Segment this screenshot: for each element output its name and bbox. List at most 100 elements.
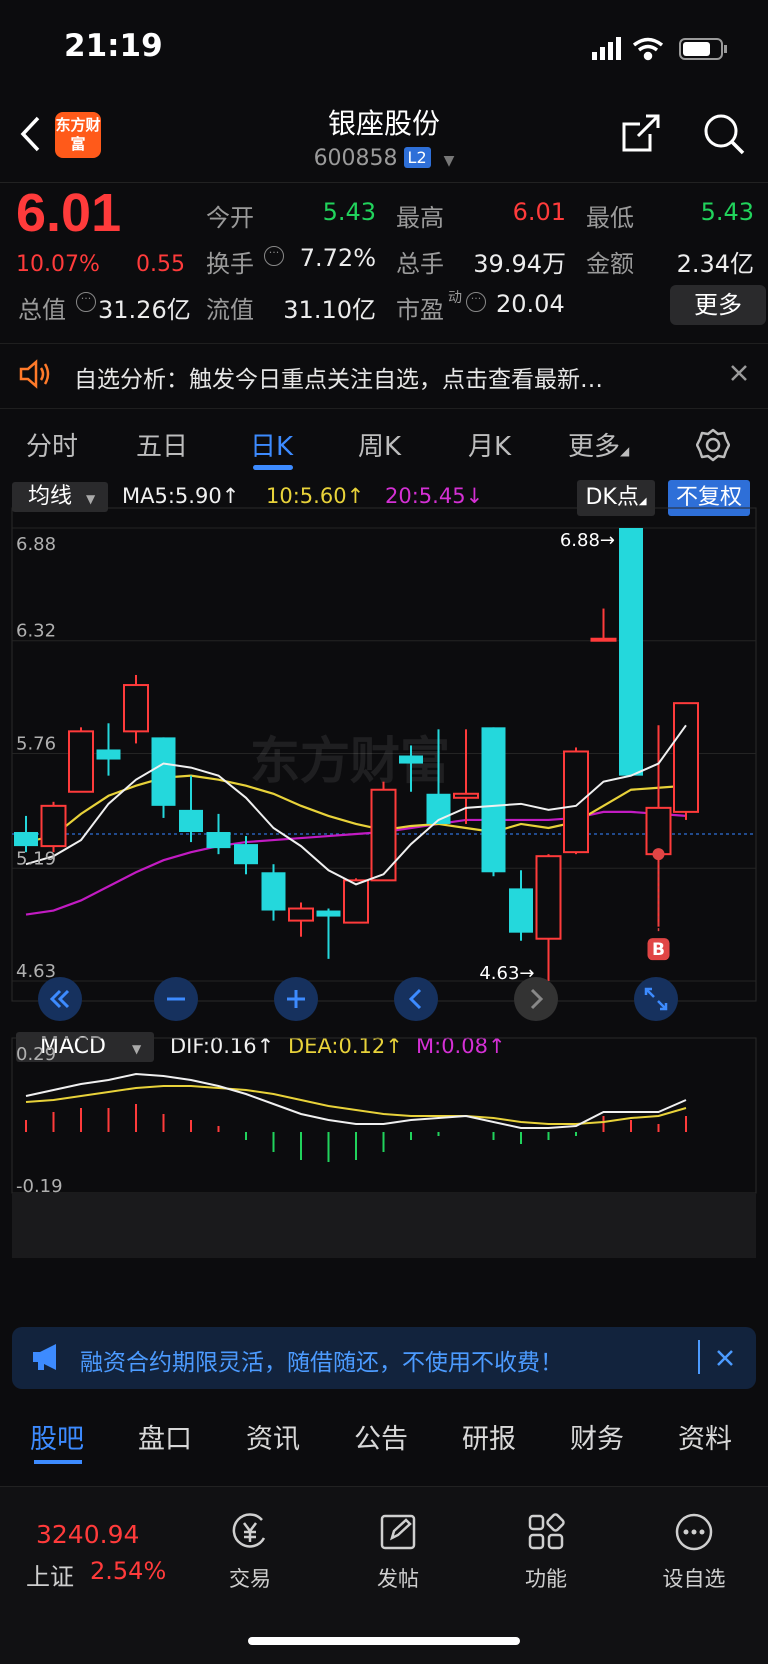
float-value: 31.10亿 <box>283 296 376 324</box>
last-price: 6.01 <box>16 183 122 243</box>
tab-finance[interactable]: 财务 <box>570 1417 624 1456</box>
candle-down <box>509 888 533 933</box>
more-button[interactable]: 更多 <box>670 285 766 325</box>
candle-up <box>453 792 479 799</box>
kline-chart[interactable]: 东方财富 6.886.325.765.194.63 6.88→4.63→B <box>0 478 768 1028</box>
notice-text: 自选分析：触发今日重点关注自选，点击查看最新… <box>74 367 603 393</box>
scroll-right-button[interactable] <box>514 977 558 1021</box>
pe-value: 20.04 <box>496 290 565 318</box>
candle-down <box>14 832 38 847</box>
home-indicator <box>248 1637 520 1645</box>
status-icons <box>592 37 727 61</box>
info-icon[interactable]: ··· <box>264 246 284 266</box>
yen-icon <box>232 1513 266 1548</box>
index-value[interactable]: 3240.94 <box>36 1520 139 1549</box>
signal-dot <box>652 848 665 861</box>
dea-path <box>25 1085 687 1125</box>
nav-functions[interactable]: 功能 <box>496 1563 596 1593</box>
zoom-in-button[interactable] <box>274 977 318 1021</box>
macd-histogram <box>25 1104 687 1162</box>
candle-down <box>481 727 506 873</box>
tab-profile[interactable]: 资料 <box>678 1417 732 1456</box>
candle-up <box>563 750 589 854</box>
y-tick-label: 5.19 <box>16 848 56 869</box>
battery-icon <box>679 38 727 60</box>
low-label: 最低 <box>586 204 634 232</box>
candle-down <box>234 844 258 865</box>
signal-icon <box>592 37 621 60</box>
info-icon[interactable]: ··· <box>466 292 486 312</box>
high-label: 最高 <box>396 204 444 232</box>
double-chevron-left-icon <box>49 989 70 1009</box>
y-tick-label: 6.88 <box>16 534 56 555</box>
nav-trade[interactable]: 交易 <box>200 1563 300 1593</box>
tab-guba[interactable]: 股吧 <box>30 1417 84 1456</box>
buy-signal-label: B <box>652 940 665 960</box>
candle-down <box>399 755 423 764</box>
scroll-left-button[interactable] <box>394 977 438 1021</box>
tab-5day[interactable]: 五日 <box>136 426 188 463</box>
tab-intraday[interactable]: 分时 <box>26 426 78 463</box>
more-circle-icon <box>675 1513 713 1551</box>
amount-value: 2.34亿 <box>676 250 754 278</box>
info-icon[interactable]: ··· <box>76 292 96 312</box>
chevron-right-icon <box>530 988 544 1010</box>
tab-more[interactable]: 更多◢ <box>568 426 629 463</box>
candle-down <box>96 749 121 760</box>
tab-weekly-k[interactable]: 周K <box>358 426 401 463</box>
close-icon[interactable] <box>730 364 748 382</box>
close-icon[interactable] <box>715 1348 735 1368</box>
candle-up <box>40 804 67 848</box>
plus-icon <box>287 990 305 1008</box>
megaphone-icon <box>33 1344 56 1370</box>
candle-down <box>316 910 341 917</box>
tab-more-label: 更多 <box>568 432 621 462</box>
minus-icon <box>167 997 185 1001</box>
tab-news[interactable]: 资讯 <box>246 1417 300 1456</box>
grid-icon <box>528 1513 565 1550</box>
turnover-label: 换手 <box>206 250 254 278</box>
low-value: 5.43 <box>700 198 754 226</box>
share-icon[interactable] <box>620 112 662 154</box>
high-value: 6.01 <box>512 198 566 226</box>
candle-up <box>645 806 672 856</box>
turnover-value: 7.72% <box>299 244 376 272</box>
mktcap-label: 总值 <box>18 296 66 324</box>
open-label: 今开 <box>206 204 254 232</box>
macd-chart[interactable]: 0.29-0.19 202412102024122020250102202501… <box>0 1028 768 1258</box>
nav-add-watchlist[interactable]: 设自选 <box>644 1563 744 1593</box>
amount-label: 金额 <box>586 250 634 278</box>
expand-icon <box>644 987 668 1011</box>
tab-reports[interactable]: 研报 <box>462 1417 516 1456</box>
search-icon[interactable] <box>702 112 746 156</box>
change-pct: 10.07% <box>16 252 100 277</box>
float-label: 流值 <box>206 296 254 324</box>
tab-announcements[interactable]: 公告 <box>354 1417 408 1456</box>
candle-up <box>288 907 314 922</box>
tab-monthly-k[interactable]: 月K <box>468 426 511 463</box>
volume-value: 39.94万 <box>473 250 566 278</box>
nav-post[interactable]: 发帖 <box>348 1563 448 1593</box>
edit-icon <box>380 1514 416 1550</box>
macd-y-ticks: 0.29 -0.19 <box>16 1044 63 1197</box>
candle-up <box>123 684 149 733</box>
divider <box>698 1340 700 1374</box>
settings-icon[interactable] <box>696 428 730 462</box>
dif-line <box>25 1072 687 1129</box>
promo-text: 融资合约期限灵活，随借随还，不使用不收费！ <box>80 1350 563 1376</box>
kline-y-ticks: 6.886.325.765.194.63 <box>16 534 56 982</box>
mktcap-value: 31.26亿 <box>98 296 191 324</box>
active-tab-indicator <box>34 1460 82 1464</box>
index-name: 上证 <box>26 1563 74 1591</box>
scroll-left-fast-button[interactable] <box>38 977 82 1021</box>
speaker-icon <box>19 359 50 389</box>
dea-line <box>25 1085 687 1125</box>
candle-up <box>343 879 369 924</box>
y-tick-label: -0.19 <box>16 1176 63 1197</box>
tab-orderbook[interactable]: 盘口 <box>138 1417 192 1456</box>
zoom-out-button[interactable] <box>154 977 198 1021</box>
tab-daily-k[interactable]: 日K <box>250 426 293 463</box>
fullscreen-button[interactable] <box>634 977 678 1021</box>
chevron-left-icon <box>408 988 422 1010</box>
stock-code: 600858 <box>313 146 398 171</box>
